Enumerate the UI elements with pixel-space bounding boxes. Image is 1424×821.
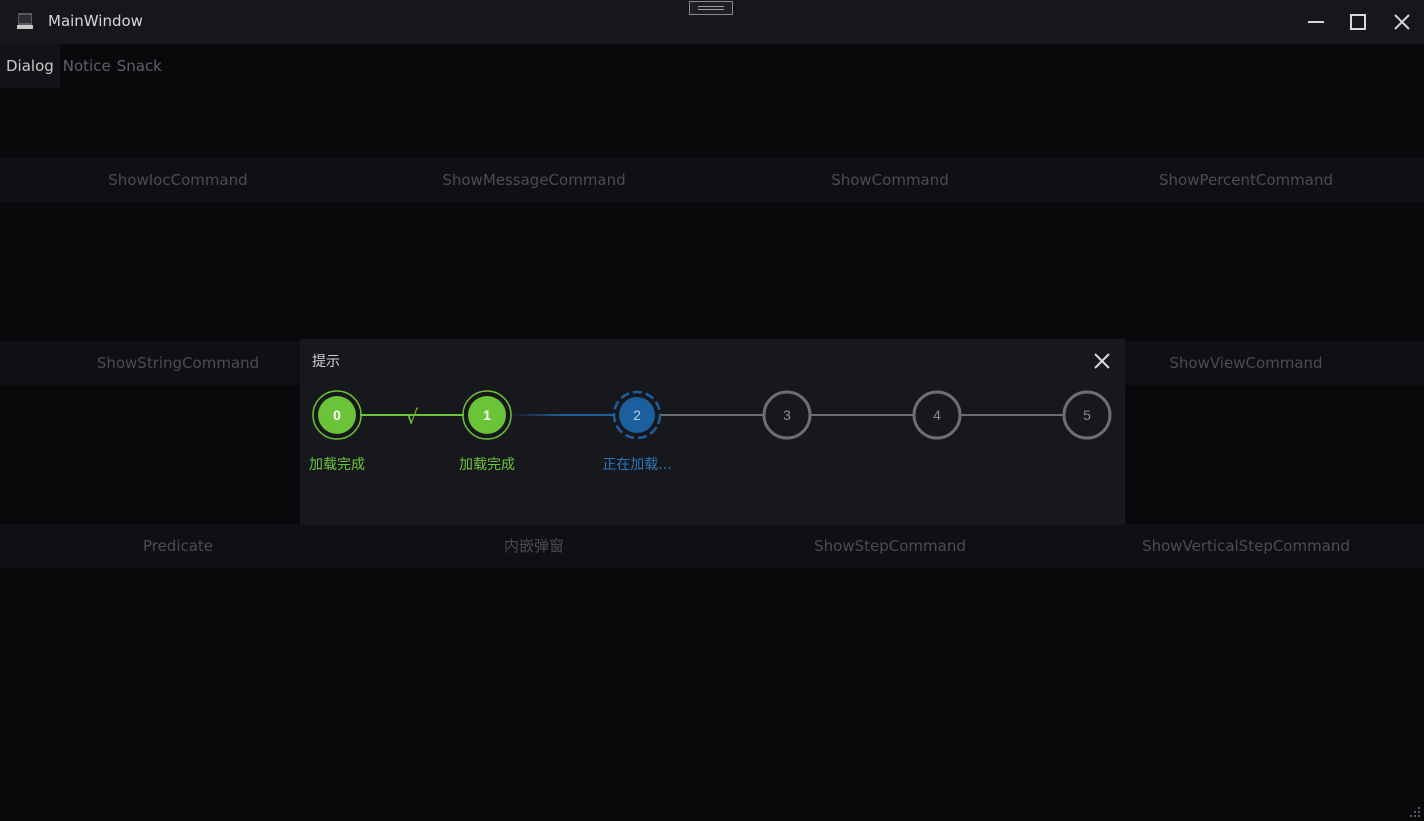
tab-notice[interactable]: Notice [60, 44, 114, 88]
main-window: MainWindow Dialog Notice Snack ShowIocCo… [0, 0, 1424, 821]
minimize-icon[interactable] [1302, 8, 1330, 36]
command-row-1: ShowIocCommand ShowMessageCommand ShowCo… [0, 158, 1424, 202]
step-number: 2 [633, 407, 641, 423]
step-number: 3 [783, 407, 791, 423]
step-connector [810, 414, 914, 416]
step-checkmark: √ [406, 405, 419, 429]
step-connector [510, 414, 614, 416]
show-message-command-button[interactable]: ShowMessageCommand [356, 158, 712, 202]
resize-grip-icon[interactable] [1408, 806, 1422, 819]
step-progress: √ 0 1 2 3 4 5 [312, 390, 1112, 440]
show-percent-command-button[interactable]: ShowPercentCommand [1068, 158, 1424, 202]
drag-handle-icon[interactable] [689, 1, 733, 15]
step-number: 5 [1083, 407, 1091, 423]
title-bar[interactable]: MainWindow [0, 0, 1424, 44]
step-connector [660, 414, 764, 416]
predicate-button[interactable]: Predicate [0, 524, 356, 568]
tab-bar: Dialog Notice Snack [0, 44, 165, 88]
step-label: 加载完成 [309, 457, 365, 473]
show-step-command-button[interactable]: ShowStepCommand [712, 524, 1068, 568]
close-icon[interactable] [1388, 8, 1416, 36]
maximize-icon[interactable] [1344, 8, 1372, 36]
step-label: 正在加载... [602, 457, 672, 473]
prompt-dialog: 提示 √ 0 1 2 3 4 5 加载完成 加载完成 正在加载... [300, 339, 1125, 525]
show-command-button[interactable]: ShowCommand [712, 158, 1068, 202]
embedded-popup-button[interactable]: 内嵌弹窗 [356, 524, 712, 568]
step-label: 加载完成 [459, 457, 515, 473]
window-app-icon [17, 13, 33, 29]
tab-dialog[interactable]: Dialog [0, 44, 60, 88]
step-number: 4 [933, 407, 941, 423]
step-connector [960, 414, 1064, 416]
show-ioc-command-button[interactable]: ShowIocCommand [0, 158, 356, 202]
command-row-3: Predicate 内嵌弹窗 ShowStepCommand ShowVerti… [0, 524, 1424, 568]
tab-snack[interactable]: Snack [114, 44, 165, 88]
step-number: 1 [483, 407, 491, 423]
show-vertical-step-command-button[interactable]: ShowVerticalStepCommand [1068, 524, 1424, 568]
step-number: 0 [333, 407, 341, 423]
window-title: MainWindow [48, 12, 143, 30]
